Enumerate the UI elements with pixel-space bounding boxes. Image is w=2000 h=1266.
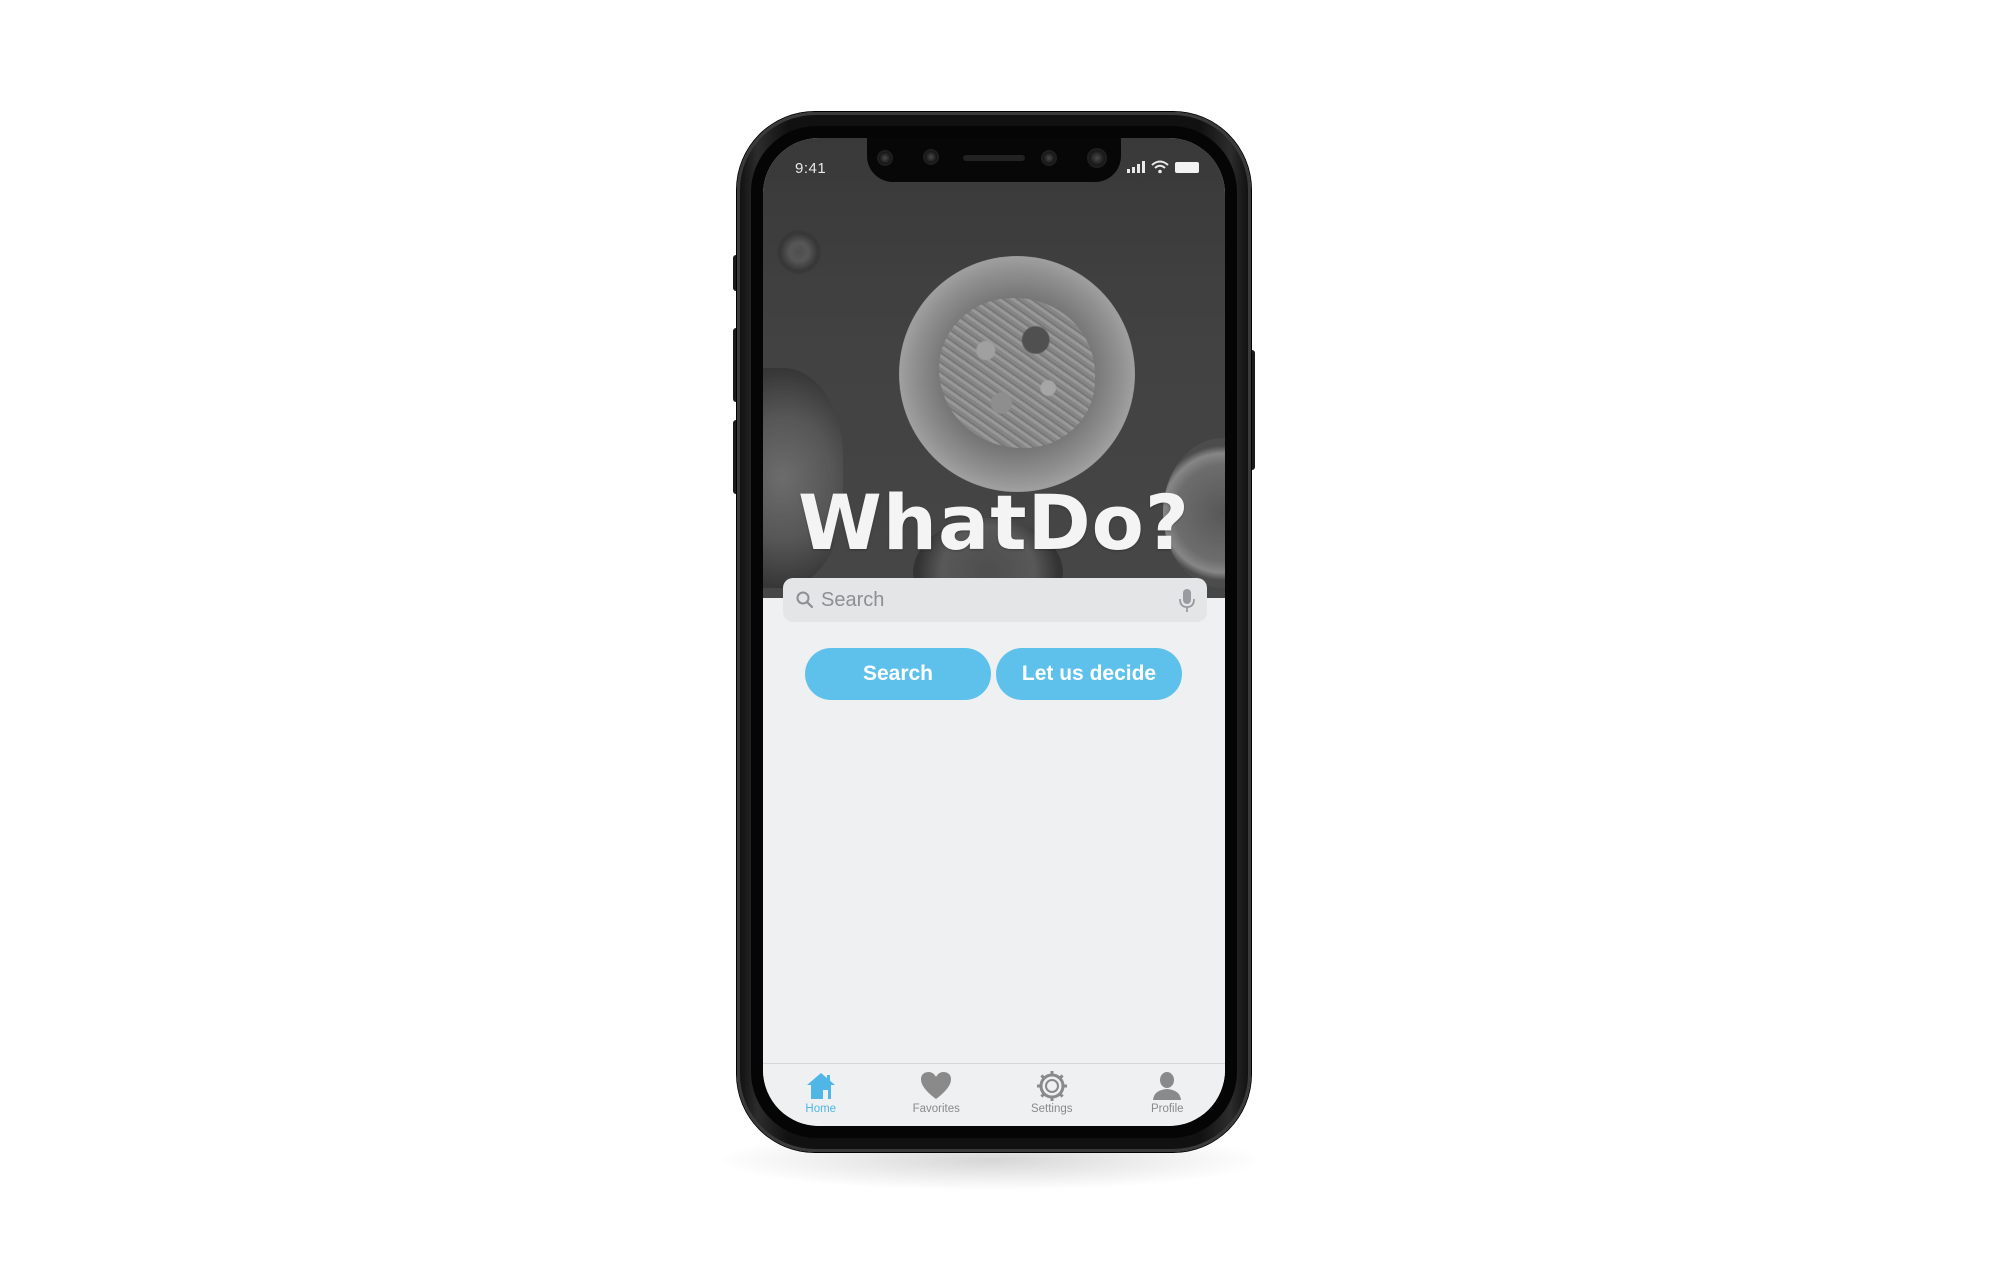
tab-settings-label: Settings <box>1030 1103 1073 1115</box>
heart-icon <box>921 1072 952 1099</box>
tab-profile[interactable]: Profile <box>1110 1064 1226 1126</box>
gear-icon <box>1036 1071 1067 1101</box>
person-icon <box>1153 1072 1182 1100</box>
tab-favorites[interactable]: Favorites <box>879 1064 995 1126</box>
tab-settings[interactable]: Settings <box>994 1064 1110 1126</box>
tab-profile-label: Profile <box>1150 1103 1184 1115</box>
mockup-stage: 9:41 WhatDo? Search Search Let us decide… <box>0 0 2000 1266</box>
sensor-dot-right <box>1043 152 1055 164</box>
search-input[interactable] <box>821 578 1161 622</box>
tab-home-label: Home <box>805 1103 837 1115</box>
wifi-icon <box>1151 160 1169 174</box>
phone-frame: 9:41 WhatDo? Search Search Let us decide… <box>737 112 1251 1152</box>
let-us-decide-button[interactable]: Let us decide <box>996 648 1182 700</box>
status-indicators <box>1127 160 1199 174</box>
app-screen: 9:41 WhatDo? Search Search Let us decide… <box>763 138 1225 1126</box>
sensor-dot <box>879 152 891 164</box>
search-button[interactable]: Search <box>805 648 991 700</box>
app-title: WhatDo? <box>798 478 1190 567</box>
tab-bar: Home Favorites Settings Profile <box>763 1063 1225 1126</box>
search-icon <box>796 591 814 609</box>
microphone-icon[interactable] <box>1177 588 1197 614</box>
notch <box>867 138 1121 182</box>
search-bar[interactable] <box>783 578 1207 622</box>
battery-icon <box>1175 161 1199 173</box>
camera-lens <box>1089 150 1105 166</box>
home-icon <box>806 1073 835 1099</box>
tab-home[interactable]: Home <box>763 1064 879 1126</box>
status-time: 9:41 <box>795 160 827 177</box>
tab-favorites-label: Favorites <box>912 1103 960 1115</box>
front-camera-dot <box>925 151 937 163</box>
cellular-signal-icon <box>1127 161 1145 173</box>
earpiece-speaker <box>963 155 1025 161</box>
